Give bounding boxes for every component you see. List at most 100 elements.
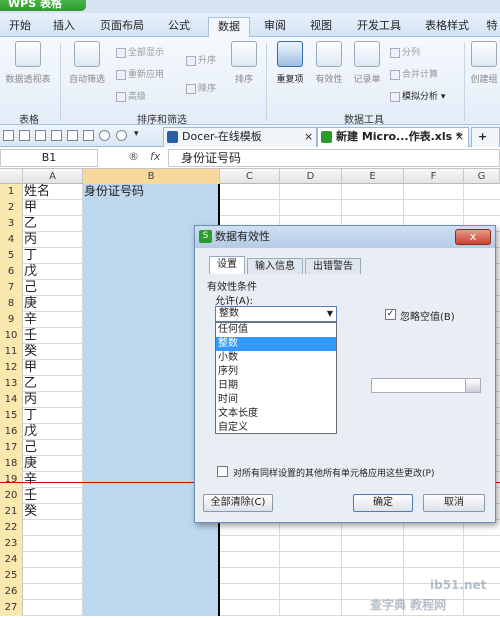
- advanced-filter-button[interactable]: 高级: [116, 89, 146, 102]
- allow-option[interactable]: 序列: [216, 365, 336, 379]
- formula-input[interactable]: 身份证号码: [168, 149, 500, 167]
- name-box[interactable]: B1: [0, 149, 98, 167]
- cell-b[interactable]: [83, 600, 220, 616]
- cell-a[interactable]: 壬: [23, 328, 83, 344]
- cell-a[interactable]: 庚: [23, 296, 83, 312]
- cell-b[interactable]: [83, 568, 220, 584]
- add-tab-button[interactable]: +: [471, 127, 500, 147]
- range-picker-icon[interactable]: [465, 379, 480, 392]
- dialog-close-button[interactable]: x: [455, 229, 491, 245]
- record-form-button[interactable]: 记录单: [350, 41, 384, 85]
- autofilter-button[interactable]: 自动筛选: [64, 41, 110, 85]
- cell-a[interactable]: 丙: [23, 392, 83, 408]
- row-header[interactable]: 15: [0, 408, 23, 424]
- row-header[interactable]: 22: [0, 520, 23, 536]
- cell-a[interactable]: 丁: [23, 248, 83, 264]
- sort-button[interactable]: 排序: [228, 41, 260, 85]
- sort-descending-button[interactable]: 降序: [186, 81, 216, 94]
- cell-c[interactable]: [220, 200, 280, 216]
- export-icon[interactable]: [51, 130, 62, 141]
- save-icon[interactable]: [35, 130, 46, 141]
- ok-button[interactable]: 确定: [353, 494, 413, 512]
- row-header[interactable]: 25: [0, 568, 23, 584]
- column-header-a[interactable]: A: [23, 169, 83, 184]
- row-header[interactable]: 23: [0, 536, 23, 552]
- cell-a[interactable]: 癸: [23, 344, 83, 360]
- cell-a[interactable]: 己: [23, 280, 83, 296]
- row-header[interactable]: 18: [0, 456, 23, 472]
- cell-a[interactable]: 丁: [23, 408, 83, 424]
- tab-home[interactable]: 开始: [2, 17, 38, 37]
- undo-icon[interactable]: [99, 130, 110, 141]
- cell-d[interactable]: [280, 600, 342, 616]
- row-header[interactable]: 19: [0, 472, 23, 488]
- show-all-button[interactable]: 全部显示: [116, 45, 164, 58]
- cell-a[interactable]: 戊: [23, 424, 83, 440]
- cell-a[interactable]: 甲: [23, 200, 83, 216]
- column-header-c[interactable]: C: [220, 169, 280, 184]
- clear-all-button[interactable]: 全部清除(C): [203, 494, 273, 512]
- close-tab-docer-icon[interactable]: ×: [304, 128, 313, 146]
- row-header[interactable]: 1: [0, 184, 23, 200]
- tab-input-message[interactable]: 输入信息: [247, 258, 303, 274]
- cell-d[interactable]: [280, 200, 342, 216]
- cell-c[interactable]: [220, 600, 280, 616]
- cell-a[interactable]: 乙: [23, 216, 83, 232]
- tab-formulas[interactable]: 公式: [160, 17, 198, 37]
- tab-error-alert[interactable]: 出错警告: [305, 258, 361, 274]
- cell-b[interactable]: [83, 200, 220, 216]
- cell-c[interactable]: [220, 536, 280, 552]
- tab-data[interactable]: 数据: [208, 17, 250, 37]
- tab-special[interactable]: 特: [484, 17, 500, 37]
- tab-workbook[interactable]: 新建 Micro...作表.xls * ×: [317, 127, 469, 147]
- cell-a[interactable]: [23, 600, 83, 616]
- cell-a[interactable]: 辛: [23, 472, 83, 488]
- cell-a[interactable]: 辛: [23, 312, 83, 328]
- cell-a[interactable]: 甲: [23, 360, 83, 376]
- cell-a[interactable]: 壬: [23, 488, 83, 504]
- cell-f[interactable]: [404, 184, 464, 200]
- validity-button[interactable]: 有效性: [312, 41, 346, 85]
- row-header[interactable]: 5: [0, 248, 23, 264]
- cell-a[interactable]: 姓名: [23, 184, 83, 200]
- cell-e[interactable]: [342, 568, 404, 584]
- cell-b[interactable]: [83, 552, 220, 568]
- consolidate-button[interactable]: 合并计算: [390, 67, 438, 80]
- cell-b[interactable]: [83, 536, 220, 552]
- print-icon[interactable]: [67, 130, 78, 141]
- tab-table-style[interactable]: 表格样式: [418, 17, 476, 37]
- cell-e[interactable]: [342, 184, 404, 200]
- row-header[interactable]: 26: [0, 584, 23, 600]
- cell-d[interactable]: [280, 584, 342, 600]
- row-header[interactable]: 2: [0, 200, 23, 216]
- cell-e[interactable]: [342, 200, 404, 216]
- cell-c[interactable]: [220, 184, 280, 200]
- pivot-table-button[interactable]: 数据透视表: [2, 41, 54, 85]
- cancel-button[interactable]: 取消: [423, 494, 485, 512]
- sort-ascending-button[interactable]: 升序: [186, 53, 216, 66]
- cell-c[interactable]: [220, 568, 280, 584]
- what-if-analysis-button[interactable]: 模拟分析 ▾: [390, 89, 445, 102]
- row-header[interactable]: 27: [0, 600, 23, 616]
- cell-f[interactable]: [404, 200, 464, 216]
- column-header-d[interactable]: D: [280, 169, 342, 184]
- cell-a[interactable]: [23, 520, 83, 536]
- cell-a[interactable]: 戊: [23, 264, 83, 280]
- allow-option[interactable]: 整数: [216, 337, 336, 351]
- duplicates-button[interactable]: 重复项: [272, 41, 308, 85]
- row-header[interactable]: 11: [0, 344, 23, 360]
- allow-select[interactable]: 整数 ▼: [215, 306, 337, 322]
- apply-all-checkbox[interactable]: [217, 466, 228, 477]
- cell-a[interactable]: 己: [23, 440, 83, 456]
- row-header[interactable]: 10: [0, 328, 23, 344]
- row-header[interactable]: 4: [0, 232, 23, 248]
- cell-d[interactable]: [280, 536, 342, 552]
- cell-a[interactable]: 庚: [23, 456, 83, 472]
- row-header[interactable]: 16: [0, 424, 23, 440]
- cell-a[interactable]: [23, 536, 83, 552]
- reapply-button[interactable]: 重新应用: [116, 67, 164, 80]
- tab-page-layout[interactable]: 页面布局: [94, 17, 150, 37]
- row-header[interactable]: 13: [0, 376, 23, 392]
- allow-option[interactable]: 日期: [216, 379, 336, 393]
- allow-option[interactable]: 时间: [216, 393, 336, 407]
